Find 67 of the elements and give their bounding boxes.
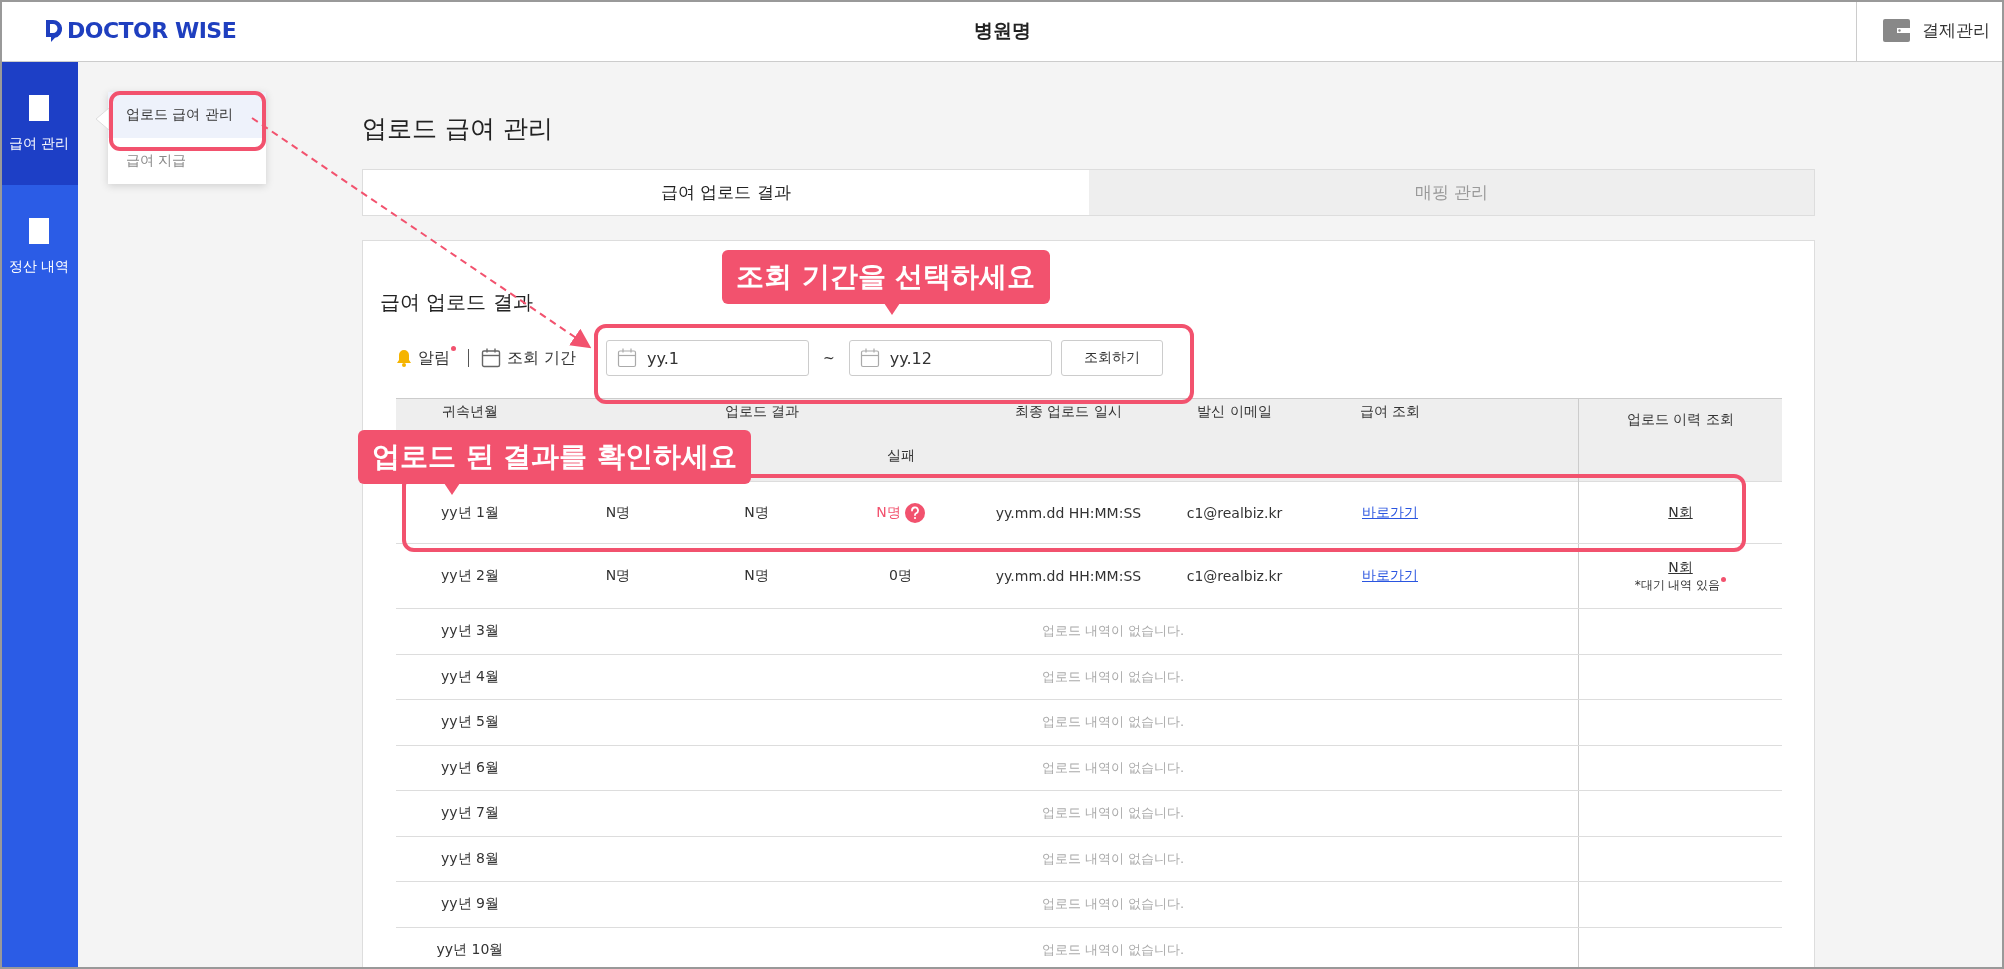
table-cell: c1@realbiz.kr <box>1186 568 1283 584</box>
empty-message: 업로드 내역이 없습니다. <box>1041 622 1185 641</box>
column-header: 급여 조회 <box>1359 403 1421 421</box>
table-cell: yy년 6월 <box>441 758 499 777</box>
table-cell: yy년 10월 <box>436 940 504 959</box>
document-icon <box>29 94 49 121</box>
column-header: 귀속년월 <box>442 403 498 421</box>
pending-note: *대기 내역 있음 <box>1634 576 1727 594</box>
submenu-item[interactable]: 급여 지급 <box>108 138 266 184</box>
wallet-icon <box>1883 19 1910 42</box>
empty-message: 업로드 내역이 없습니다. <box>1041 940 1185 959</box>
empty-message: 업로드 내역이 없습니다. <box>1041 849 1185 868</box>
start-date-field[interactable]: yy.1 <box>606 340 810 376</box>
table-cell: N명 <box>605 503 631 522</box>
shortcut-link[interactable]: 바로가기 <box>1362 503 1418 522</box>
table-cell: yy.mm.dd HH:MM:SS <box>995 504 1142 521</box>
table-cell: yy년 4월 <box>441 667 499 686</box>
period-label: 조회 기간 <box>507 347 577 369</box>
column-header: 최종 업로드 일시 <box>1015 403 1122 421</box>
logo-text: DOCTOR WISE <box>67 18 237 43</box>
section-title: 급여 업로드 결과 <box>380 289 533 316</box>
table-cell: yy년 9월 <box>441 895 499 914</box>
hospital-name: 병원명 <box>972 17 1032 43</box>
table-cell: yy년 8월 <box>441 849 499 868</box>
column-header: 업로드 이력 조회 <box>1627 411 1734 429</box>
column-header: 실패 <box>886 447 915 465</box>
calendar-icon <box>617 348 638 368</box>
range-separator: ~ <box>823 350 835 366</box>
table-cell: yy.mm.dd HH:MM:SS <box>995 568 1142 584</box>
empty-message: 업로드 내역이 없습니다. <box>1041 804 1185 823</box>
table-cell: N명 <box>744 503 769 522</box>
callout-pointer <box>884 303 900 315</box>
table-cell: N명 <box>744 567 769 585</box>
column-header: 발신 이메일 <box>1197 403 1272 421</box>
calendar-icon <box>859 348 880 368</box>
bell-icon <box>396 349 412 367</box>
empty-message: 업로드 내역이 없습니다. <box>1041 713 1185 732</box>
history-link[interactable]: N회 <box>1668 503 1693 522</box>
table-cell: c1@realbiz.kr <box>1186 504 1283 521</box>
calendar-icon <box>481 348 501 368</box>
failed-count: N명 <box>876 503 901 522</box>
table-cell: yy년 5월 <box>441 713 499 732</box>
empty-message: 업로드 내역이 없습니다. <box>1041 895 1185 914</box>
empty-message: 업로드 내역이 없습니다. <box>1041 667 1185 686</box>
history-link[interactable]: N회 <box>1668 558 1693 577</box>
table-cell: N명 <box>605 567 631 585</box>
billing-button[interactable]: 결제관리 <box>1856 0 2004 61</box>
column-header: 업로드 결과 <box>724 403 800 421</box>
pointer-icon <box>96 108 109 130</box>
search-button[interactable]: 조회하기 <box>1060 340 1163 376</box>
table-cell: yy년 1월 <box>441 503 499 522</box>
shortcut-link[interactable]: 바로가기 <box>1362 567 1418 585</box>
callout-pointer <box>444 483 460 495</box>
document-icon <box>29 217 49 244</box>
end-date-field[interactable]: yy.12 <box>848 340 1052 376</box>
failed-count: 0명 <box>889 567 912 585</box>
alert-label[interactable]: 알림 <box>418 347 456 369</box>
table-cell: yy년 2월 <box>441 567 499 585</box>
table-cell: yy년 3월 <box>441 622 499 641</box>
sidebar-item[interactable]: 급여 관리 <box>0 62 78 185</box>
logo-icon <box>45 18 63 43</box>
tab[interactable]: 급여 업로드 결과 <box>363 170 1089 215</box>
page-title: 업로드 급여 관리 <box>362 113 554 145</box>
help-icon[interactable] <box>904 502 925 523</box>
table-cell: yy년 7월 <box>441 804 499 823</box>
sidebar-item[interactable]: 정산 내역 <box>0 185 78 308</box>
empty-message: 업로드 내역이 없습니다. <box>1041 758 1185 777</box>
